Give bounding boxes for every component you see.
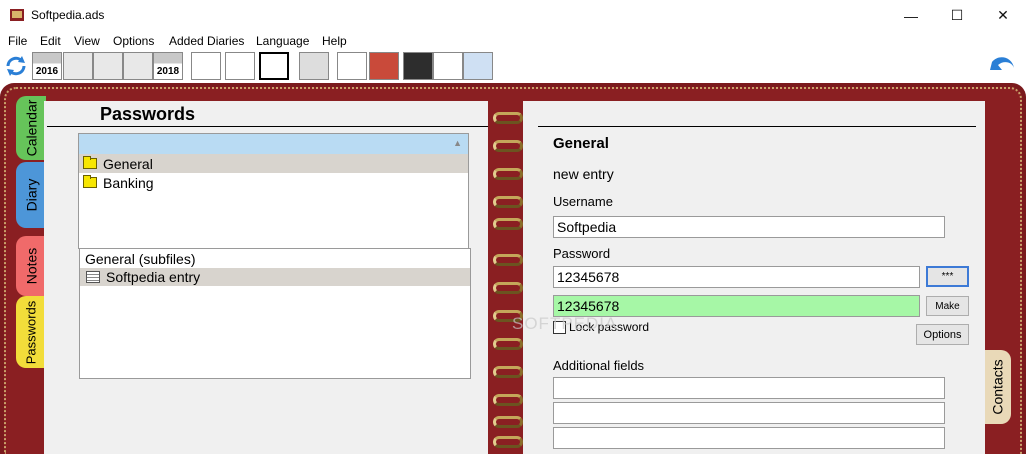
minimize-button[interactable]: — — [888, 0, 934, 31]
password-field[interactable]: 12345678 — [553, 266, 920, 288]
options-button[interactable]: Options — [916, 324, 969, 345]
calendar-month-icon[interactable] — [123, 52, 153, 80]
additional-field-1[interactable] — [553, 377, 945, 399]
additional-field-3[interactable] — [553, 427, 945, 449]
menu-options[interactable]: Options — [113, 34, 154, 48]
refresh-icon[interactable] — [4, 54, 28, 78]
additional-fields-label: Additional fields — [553, 358, 645, 373]
ring — [493, 140, 523, 152]
film-reel-icon[interactable] — [299, 52, 329, 80]
subfiles-list[interactable]: General (subfiles) Softpedia entry — [79, 248, 471, 379]
ring — [493, 394, 523, 406]
ring — [493, 168, 523, 180]
title-divider — [47, 126, 488, 127]
ring — [493, 112, 523, 124]
folder-item-general[interactable]: General — [79, 154, 468, 173]
menu-help[interactable]: Help — [322, 34, 347, 48]
show-password-button[interactable]: *** — [926, 266, 969, 287]
folder-icon — [83, 156, 97, 169]
tree-header[interactable]: ▲ — [79, 134, 468, 154]
ring — [493, 196, 523, 208]
menu-language[interactable]: Language — [256, 34, 309, 48]
title-bar: Softpedia.ads — ☐ ✕ — [0, 0, 1026, 31]
calendar-week-icon[interactable] — [63, 52, 93, 80]
ring — [493, 338, 523, 350]
username-field[interactable]: Softpedia — [553, 216, 945, 238]
additional-field-2[interactable] — [553, 402, 945, 424]
make-password-button[interactable]: Make — [926, 296, 969, 316]
window-title: Softpedia.ads — [31, 8, 105, 22]
tab-contacts[interactable]: Contacts — [985, 350, 1011, 424]
previous-year-button[interactable]: 2016 — [32, 52, 62, 80]
address-book-icon[interactable] — [369, 52, 399, 80]
calendar-today-icon[interactable] — [93, 52, 123, 80]
menu-edit[interactable]: Edit — [40, 34, 61, 48]
watermark: SOFTPEDIA — [512, 314, 618, 333]
list-view-icon[interactable] — [259, 52, 289, 80]
tab-notes[interactable]: Notes — [16, 236, 46, 296]
day-view-icon[interactable] — [191, 52, 221, 80]
ring — [493, 416, 523, 428]
week-view-icon[interactable] — [225, 52, 255, 80]
ring — [493, 436, 523, 448]
title-divider — [538, 126, 976, 127]
sort-arrow-icon[interactable]: ▲ — [453, 138, 462, 148]
menu-added-diaries[interactable]: Added Diaries — [169, 34, 244, 48]
tab-diary[interactable]: Diary — [16, 162, 46, 228]
toolbar: 2016 2018 — [0, 51, 1026, 83]
folder-item-banking[interactable]: Banking — [79, 173, 468, 192]
page-title: Passwords — [100, 104, 196, 124]
folder-tree[interactable]: ▲ General Banking — [78, 133, 469, 249]
tab-passwords[interactable]: Passwords — [16, 296, 46, 368]
ring — [493, 254, 523, 266]
username-label: Username — [553, 194, 613, 209]
document-icon — [86, 271, 100, 283]
password-label: Password — [553, 246, 611, 261]
undo-icon[interactable] — [988, 52, 1018, 78]
entry-item[interactable]: Softpedia entry — [80, 268, 470, 286]
tab-calendar[interactable]: Calendar — [16, 96, 46, 160]
family-icon[interactable] — [463, 52, 493, 80]
next-year-button[interactable]: 2018 — [153, 52, 183, 80]
balloons-icon[interactable] — [433, 52, 463, 80]
entry-section-title: General — [553, 135, 609, 152]
ring — [493, 366, 523, 378]
subfiles-header: General (subfiles) — [85, 250, 196, 267]
ring — [493, 218, 523, 230]
entry-name[interactable]: new entry — [553, 166, 614, 182]
maximize-button[interactable]: ☐ — [934, 0, 980, 31]
folder-icon — [83, 175, 97, 188]
diary-book-icon — [10, 9, 24, 21]
card-view-icon[interactable] — [337, 52, 367, 80]
ring — [493, 282, 523, 294]
dark-book-icon[interactable] — [403, 52, 433, 80]
menu-bar: File Edit View Options Added Diaries Lan… — [0, 31, 1026, 51]
menu-file[interactable]: File — [8, 34, 27, 48]
close-button[interactable]: ✕ — [980, 0, 1026, 31]
menu-view[interactable]: View — [74, 34, 100, 48]
